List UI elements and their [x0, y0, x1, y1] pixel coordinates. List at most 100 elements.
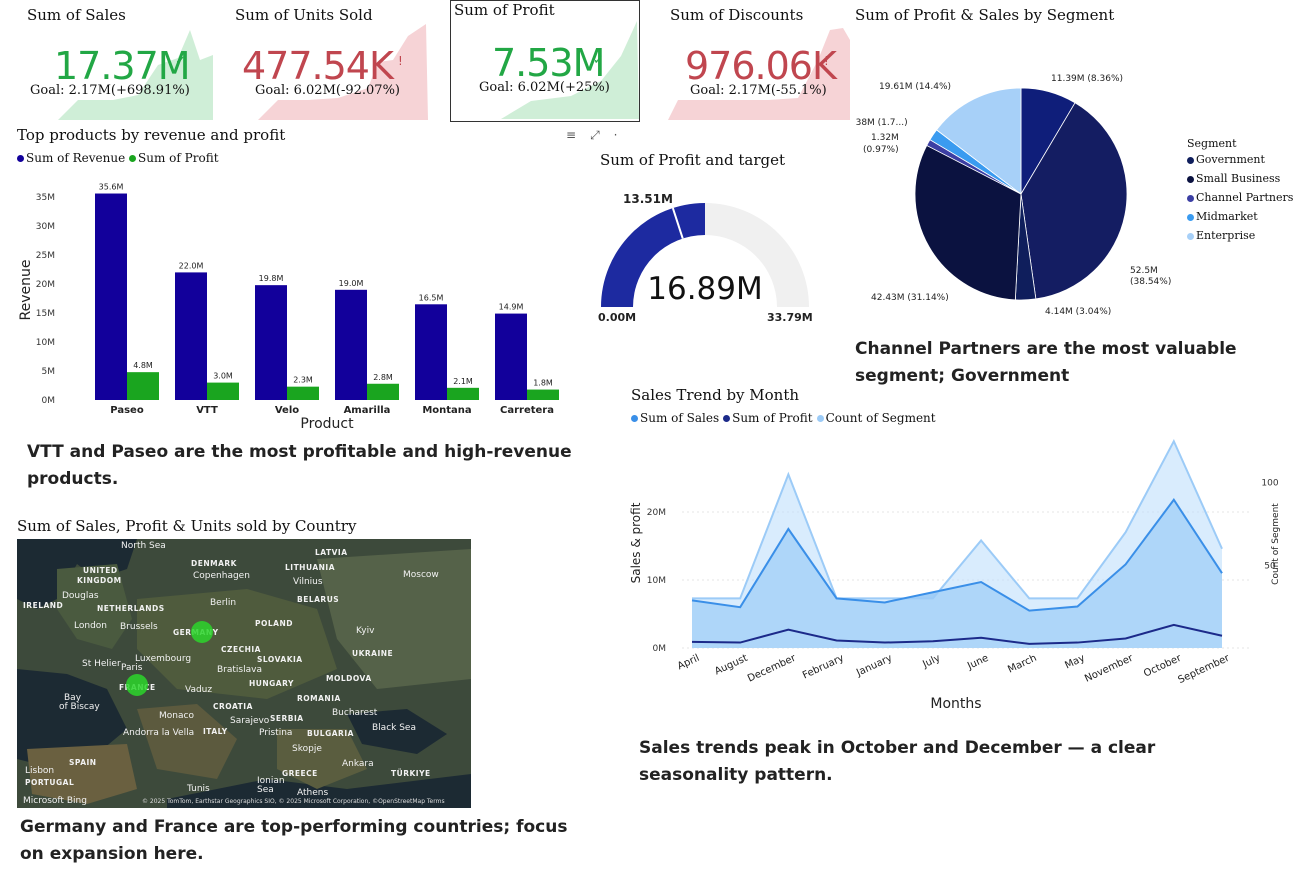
- revenue-data-label: 19.8M: [259, 274, 284, 283]
- profit-bar[interactable]: [447, 387, 479, 400]
- kpi-profit-title: Sum of Profit: [454, 1, 555, 19]
- map-place-label: GREECE: [282, 769, 318, 778]
- map-place-label: Skopje: [292, 744, 322, 754]
- pie-legend-item[interactable]: Channel Partners: [1187, 191, 1293, 210]
- kpi-discounts-card[interactable]: Sum of Discounts 976.06K ! Goal: 2.17M(-…: [668, 0, 850, 122]
- bar-chart-title: Top products by revenue and profit: [17, 126, 286, 144]
- y-tick-label: 20M: [36, 280, 55, 290]
- focus-mode-icon[interactable]: ⤢: [590, 128, 614, 142]
- map-place-label: ROMANIA: [297, 694, 341, 703]
- gauge-value: 16.89M: [647, 271, 763, 307]
- profit-bar[interactable]: [207, 382, 239, 400]
- revenue-bar[interactable]: [495, 313, 527, 400]
- legend-dot: [1187, 156, 1194, 164]
- visual-header-icons: ≡⤢·: [566, 128, 632, 143]
- map-place-label: IRELAND: [23, 601, 64, 610]
- profit-bar[interactable]: [527, 389, 559, 400]
- revenue-bar[interactable]: [335, 289, 367, 400]
- map-place-label: SERBIA: [270, 714, 304, 723]
- y-tick-label: 15M: [36, 309, 55, 319]
- map-place-label: Luxembourg: [135, 654, 192, 664]
- filter-icon[interactable]: ≡: [566, 128, 590, 142]
- legend-dot: [1187, 232, 1194, 240]
- map-place-label: Vilnius: [293, 577, 323, 587]
- pie-title: Sum of Profit & Sales by Segment: [855, 6, 1115, 24]
- legend-profit-label: Sum of Profit: [138, 151, 219, 165]
- revenue-bar[interactable]: [95, 193, 127, 400]
- legend-dot: [1187, 175, 1194, 183]
- map-place-label: Brussels: [120, 622, 158, 632]
- pie-legend-item[interactable]: Midmarket: [1187, 210, 1293, 229]
- map-place-label: LATVIA: [315, 548, 348, 557]
- y2-tick-label: 100: [1261, 479, 1278, 489]
- bar-chart-legend: Sum of Revenue Sum of Profit: [17, 151, 219, 165]
- x-tick-label: February: [801, 653, 846, 682]
- map-copyright: © 2025 TomTom, Earthstar Geographics SIO…: [142, 798, 445, 805]
- check-icon: ✓: [175, 54, 186, 69]
- profit-bar[interactable]: [127, 372, 159, 400]
- x-tick-label: Montana: [422, 405, 471, 416]
- profit-data-label: 4.8M: [133, 361, 153, 370]
- trend-insight-note: Sales trends peak in October and Decembe…: [639, 738, 1156, 785]
- kpi-profit-goal: Goal: 6.02M(+25%): [479, 80, 610, 95]
- profit-data-label: 3.0M: [213, 372, 233, 381]
- trend-title: Sales Trend by Month: [631, 386, 800, 404]
- map-place-label: Sea: [257, 785, 274, 795]
- map-place-label: ITALY: [203, 727, 228, 736]
- kpi-sales-card[interactable]: Sum of Sales 17.37M ✓ Goal: 2.17M(+698.9…: [18, 0, 213, 122]
- france-bubble[interactable]: [126, 674, 148, 696]
- more-options-icon[interactable]: ·: [614, 128, 632, 142]
- bar-chart[interactable]: 0M 5M 10M 15M 20M 25M 30M 35M 35.6M 4.8M Paseo 22.0…: [15, 170, 575, 435]
- x-axis-title: Months: [930, 696, 981, 712]
- gauge-title: Sum of Profit and target: [600, 151, 785, 169]
- gauge-chart[interactable]: 16.89M 0.00M 33.79M 13.51M: [595, 185, 820, 330]
- pie-slice-label: 1.32M: [871, 133, 899, 143]
- revenue-bar[interactable]: [415, 304, 447, 400]
- x-tick-label: July: [920, 653, 942, 671]
- x-tick-label: December: [746, 652, 798, 684]
- kpi-profit-card[interactable]: Sum of Profit 7.53M ✓ Goal: 6.02M(+25%): [450, 0, 640, 122]
- kpi-units-card[interactable]: Sum of Units Sold 477.54K ! Goal: 6.02M(…: [228, 0, 428, 122]
- map-place-label: HUNGARY: [249, 679, 294, 688]
- map-place-label: Ankara: [342, 759, 374, 769]
- pie-legend-item[interactable]: Enterprise: [1187, 229, 1293, 248]
- pie-legend-item[interactable]: Small Business: [1187, 172, 1293, 191]
- bar-insight-note: VTT and Paseo are the most profitable an…: [27, 442, 572, 489]
- trend-legend: Sum of Sales Sum of Profit Count of Segmen…: [631, 411, 940, 425]
- x-tick-label: November: [1083, 652, 1136, 684]
- legend-dot: [1187, 213, 1194, 221]
- legend-label: Channel Partners: [1196, 191, 1294, 204]
- map-title: Sum of Sales, Profit & Units sold by Cou…: [17, 517, 357, 535]
- legend-dot: [631, 415, 638, 422]
- kpi-discounts-value: 976.06K: [685, 44, 837, 88]
- revenue-bar[interactable]: [175, 272, 207, 400]
- pie-slice-label: (0.97%): [863, 145, 899, 155]
- pie-legend: Segment Government Small Business Channel P…: [1187, 137, 1293, 248]
- pie-legend-item[interactable]: Government: [1187, 153, 1293, 172]
- legend-label: Sum of Sales: [640, 411, 720, 425]
- map-place-label: DENMARK: [191, 559, 237, 568]
- legend-dot: [816, 415, 824, 422]
- map-place-label: Moscow: [403, 570, 439, 580]
- map-place-label: Lisbon: [25, 766, 55, 776]
- revenue-data-label: 14.9M: [499, 303, 524, 312]
- legend-dot: [1187, 194, 1194, 202]
- pie-slice-label: 11.39M (8.36%): [1051, 74, 1123, 84]
- profit-data-label: 2.1M: [453, 377, 473, 386]
- profit-bar[interactable]: [287, 386, 319, 400]
- revenue-data-label: 19.0M: [339, 279, 364, 288]
- map-place-label: Bratislava: [217, 665, 262, 675]
- map-place-label: Andorra la Vella: [123, 728, 195, 738]
- map-place-label: Bucharest: [332, 708, 378, 718]
- germany-bubble[interactable]: [191, 621, 213, 643]
- legend-label: Sum of Profit: [732, 411, 813, 425]
- kpi-units-goal: Goal: 6.02M(-92.07%): [255, 83, 400, 98]
- profit-bar[interactable]: [367, 383, 399, 400]
- y-tick-label: 5M: [42, 367, 56, 377]
- trend-chart[interactable]: 0M10M20M50100April AugustDecember February…: [628, 428, 1290, 718]
- pie-legend-title: Segment: [1187, 137, 1237, 150]
- pie-slice-label: 52.5M: [1130, 266, 1158, 276]
- revenue-bar[interactable]: [255, 285, 287, 400]
- pie-chart[interactable]: 11.39M (8.36%) 52.5M(38.54%) 4.14M (3.04%)…: [855, 60, 1175, 330]
- country-map[interactable]: North Sea DENMARK LATVIA LITHUANIA Vilnius Co…: [17, 539, 471, 808]
